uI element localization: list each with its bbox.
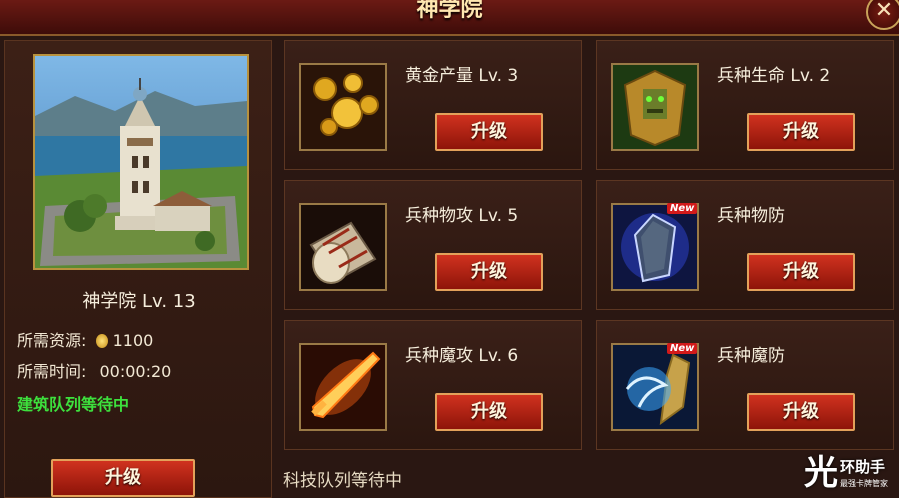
golden-armor-icon bbox=[611, 63, 699, 151]
tech-name: 兵种物攻 Lv. 5 bbox=[405, 206, 519, 226]
tech-card-physical-defense: New 兵种物防 升级 bbox=[596, 180, 894, 310]
resource-row: 所需资源: 1100 bbox=[17, 327, 153, 351]
window-title: 神学院 bbox=[416, 0, 483, 22]
tech-upgrade-button[interactable]: 升级 bbox=[435, 113, 543, 151]
tech-card-gold-production: 黄金产量 Lv. 3 升级 bbox=[284, 40, 582, 170]
building-image bbox=[33, 54, 249, 270]
tech-name: 兵种生命 Lv. 2 bbox=[717, 66, 831, 86]
title-bar: 神学院 bbox=[0, 0, 899, 36]
new-badge: New bbox=[667, 343, 698, 354]
tech-upgrade-button[interactable]: 升级 bbox=[435, 253, 543, 291]
tech-queue-status: 科技队列等待中 bbox=[283, 471, 402, 491]
resource-label: 所需资源: bbox=[17, 331, 87, 350]
tech-upgrade-button[interactable]: 升级 bbox=[435, 393, 543, 431]
watermark-logo: 光 环助手 最强卡牌管家 bbox=[804, 452, 896, 494]
new-badge: New bbox=[667, 203, 698, 214]
building-name-level: 神学院 Lv. 13 bbox=[82, 291, 196, 312]
tech-name: 黄金产量 Lv. 3 bbox=[405, 66, 519, 86]
watermark-sub-text: 最强卡牌管家 bbox=[840, 479, 888, 488]
tech-name: 兵种物防 bbox=[717, 206, 785, 226]
tech-upgrade-button[interactable]: 升级 bbox=[747, 113, 855, 151]
time-value: 00:00:20 bbox=[99, 362, 172, 381]
gold-coins-icon bbox=[299, 63, 387, 151]
tech-card-troop-health: 兵种生命 Lv. 2 升级 bbox=[596, 40, 894, 170]
watermark-logo-glyph: 光 bbox=[804, 453, 838, 493]
gold-coin-icon bbox=[95, 334, 108, 348]
flaming-sword-icon bbox=[299, 343, 387, 431]
seminary-tower-illustration bbox=[35, 78, 247, 268]
time-label: 所需时间: bbox=[17, 362, 87, 381]
tech-card-magic-defense: New 兵种魔防 升级 bbox=[596, 320, 894, 450]
tech-upgrade-button[interactable]: 升级 bbox=[747, 393, 855, 431]
magic-shield-icon bbox=[611, 343, 699, 431]
war-drum-icon bbox=[299, 203, 387, 291]
building-upgrade-button[interactable]: 升级 bbox=[51, 459, 195, 497]
resource-value: 1100 bbox=[112, 331, 154, 350]
tech-name: 兵种魔攻 Lv. 6 bbox=[405, 346, 519, 366]
shield-icon bbox=[611, 203, 699, 291]
building-panel: 神学院 Lv. 13 所需资源: 1100 所需时间: 00:00:20 建筑队… bbox=[4, 40, 272, 498]
tech-upgrade-button[interactable]: 升级 bbox=[747, 253, 855, 291]
tech-name: 兵种魔防 bbox=[717, 346, 785, 366]
tech-card-magic-attack: 兵种魔攻 Lv. 6 升级 bbox=[284, 320, 582, 450]
time-row: 所需时间: 00:00:20 bbox=[17, 358, 171, 382]
tech-card-physical-attack: 兵种物攻 Lv. 5 升级 bbox=[284, 180, 582, 310]
building-queue-status: 建筑队列等待中 bbox=[17, 395, 130, 414]
watermark-main-text: 环助手 bbox=[840, 458, 886, 476]
